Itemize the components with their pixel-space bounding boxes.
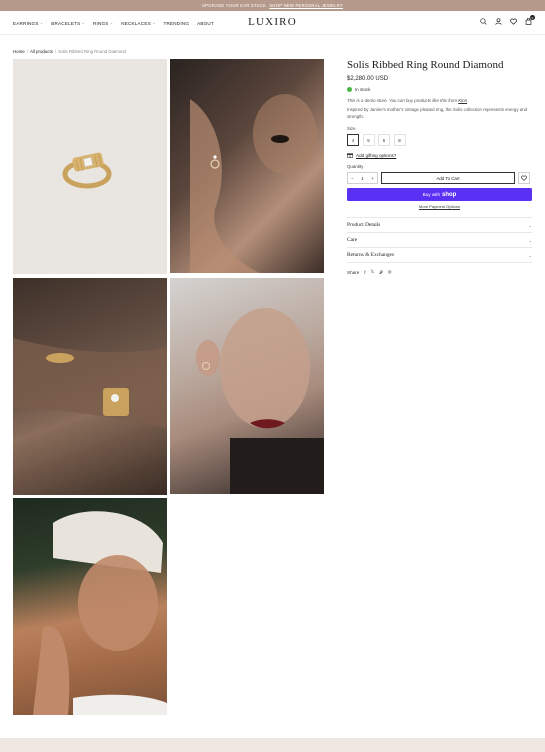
quantity-decrease-button[interactable]: − xyxy=(351,176,354,181)
product-image-model-hand[interactable] xyxy=(170,59,324,273)
chevron-down-icon: ⌄ xyxy=(40,21,44,25)
accordion-label: Care xyxy=(347,237,358,243)
chevron-down-icon: ⌄ xyxy=(528,237,532,243)
product-image-hand-rings[interactable] xyxy=(13,278,167,495)
gift-options-label: Add gifting options? xyxy=(356,152,397,158)
size-selector: 4 5 6 8 xyxy=(347,134,532,146)
quantity-increase-button[interactable]: + xyxy=(371,176,374,181)
product-image-model-cap[interactable] xyxy=(13,498,167,715)
stock-label: In stock xyxy=(355,87,371,92)
nav-item-bracelets[interactable]: BRACELETS ⌄ xyxy=(51,21,85,26)
nav-item-necklaces[interactable]: NECKLACES ⌄ xyxy=(121,21,155,26)
shop-pay-logo: shop xyxy=(442,191,457,198)
header-icons: 0 xyxy=(479,15,535,26)
wishlist-button[interactable] xyxy=(518,172,530,184)
size-option-5[interactable]: 5 xyxy=(362,134,375,146)
breadcrumb-separator: / xyxy=(26,49,28,54)
demo-link[interactable]: Kinn xyxy=(458,98,467,103)
cart-bag-icon[interactable]: 0 xyxy=(524,15,535,26)
announcement-bar: UPGRADE YOUR EAR STACK. SHOP NEW PERSONA… xyxy=(0,0,545,11)
site-header: EARRINGS ⌄ BRACELETS ⌄ RINGS ⌄ NECKLACES ⌄ T… xyxy=(0,11,545,35)
buy-with-shop-button[interactable]: Buy with shop xyxy=(347,188,532,201)
product-image-model-portrait[interactable] xyxy=(170,278,324,494)
cart-count-badge: 0 xyxy=(530,15,535,20)
chevron-down-icon: ⌄ xyxy=(528,222,532,228)
in-stock-dot-icon xyxy=(347,87,352,92)
chevron-down-icon: ⌄ xyxy=(152,21,156,25)
breadcrumb-all-products[interactable]: All products xyxy=(30,49,53,54)
product-image-ring[interactable] xyxy=(13,59,167,274)
nav-label: BRACELETS xyxy=(51,20,81,26)
size-option-8[interactable]: 8 xyxy=(393,134,406,146)
breadcrumb: Home / All products / Solis Ribbed Ring … xyxy=(13,49,126,54)
account-icon[interactable] xyxy=(494,17,503,26)
share-row: Share f 𝕏 𝒫 ◎ xyxy=(347,269,532,275)
announcement-text: UPGRADE YOUR EAR STACK. xyxy=(201,3,268,8)
buy-with-label: Buy with xyxy=(422,192,441,197)
size-option-6[interactable]: 6 xyxy=(378,134,390,146)
announcement-link[interactable]: SHOP NEW PERSONAL JEWELRY xyxy=(269,3,343,8)
product-accordions: Product Details ⌄ Care ⌄ Returns & Excha… xyxy=(347,217,532,263)
accordion-returns-exchanges[interactable]: Returns & Exchanges ⌄ xyxy=(347,248,532,263)
chevron-down-icon: ⌄ xyxy=(81,21,86,25)
demo-notice: This is a demo store. You can buy produc… xyxy=(347,98,532,103)
breadcrumb-home[interactable]: Home xyxy=(13,49,25,54)
heart-icon xyxy=(521,175,527,181)
site-logo[interactable]: LUXIRO xyxy=(248,16,297,28)
nav-item-earrings[interactable]: EARRINGS ⌄ xyxy=(13,21,43,26)
product-description: Inspired by Janine's mother's vintage pl… xyxy=(347,107,528,119)
breadcrumb-separator: / xyxy=(54,49,57,54)
chevron-down-icon: ⌄ xyxy=(528,252,532,258)
nav-label: TRENDING xyxy=(163,20,190,26)
breadcrumb-current: Solis Ribbed Ring Round Diamond xyxy=(58,49,126,54)
quantity-row: − 1 + Add To Cart xyxy=(347,172,532,184)
size-option-4[interactable]: 4 xyxy=(347,134,359,146)
gift-icon xyxy=(347,153,353,158)
x-twitter-icon[interactable]: 𝕏 xyxy=(371,269,375,275)
more-payment-options-link[interactable]: More Payment Options xyxy=(347,204,532,209)
nav-label: ABOUT xyxy=(197,20,214,26)
product-info: Solis Ribbed Ring Round Diamond $2,280.0… xyxy=(347,59,532,275)
nav-label: NECKLACES xyxy=(121,20,151,26)
nav-item-trending[interactable]: TRENDING xyxy=(164,21,190,26)
pinterest-icon[interactable]: 𝒫 xyxy=(379,270,382,275)
share-label: Share xyxy=(347,269,360,275)
nav-label: RINGS xyxy=(93,20,109,26)
accordion-care[interactable]: Care ⌄ xyxy=(347,233,532,248)
wishlist-heart-icon[interactable] xyxy=(509,17,518,26)
size-label: Size xyxy=(347,126,356,131)
email-share-icon[interactable]: ◎ xyxy=(388,269,392,275)
accordion-label: Returns & Exchanges xyxy=(347,252,395,258)
accordion-product-details[interactable]: Product Details ⌄ xyxy=(347,218,532,233)
quantity-stepper: − 1 + xyxy=(347,172,378,184)
facebook-icon[interactable]: f xyxy=(364,270,365,275)
add-to-cart-button[interactable]: Add To Cart xyxy=(381,172,515,184)
nav-item-about[interactable]: ABOUT xyxy=(197,21,214,26)
quantity-label: Quantity xyxy=(347,164,364,169)
quantity-value[interactable]: 1 xyxy=(361,176,363,181)
footer-band xyxy=(0,738,545,752)
gift-options[interactable]: Add gifting options? xyxy=(347,152,532,158)
stock-status: In stock xyxy=(347,87,532,92)
search-icon[interactable] xyxy=(479,17,488,26)
product-price: $2,280.00 USD xyxy=(347,76,389,82)
nav-label: EARRINGS xyxy=(13,20,39,26)
demo-text: This is a demo store. You can buy produc… xyxy=(347,98,457,103)
product-title: Solis Ribbed Ring Round Diamond xyxy=(347,59,504,71)
nav-item-rings[interactable]: RINGS ⌄ xyxy=(93,21,113,26)
accordion-label: Product Details xyxy=(347,222,381,228)
chevron-down-icon: ⌄ xyxy=(110,21,114,25)
main-nav: EARRINGS ⌄ BRACELETS ⌄ RINGS ⌄ NECKLACES ⌄ T… xyxy=(13,11,214,35)
